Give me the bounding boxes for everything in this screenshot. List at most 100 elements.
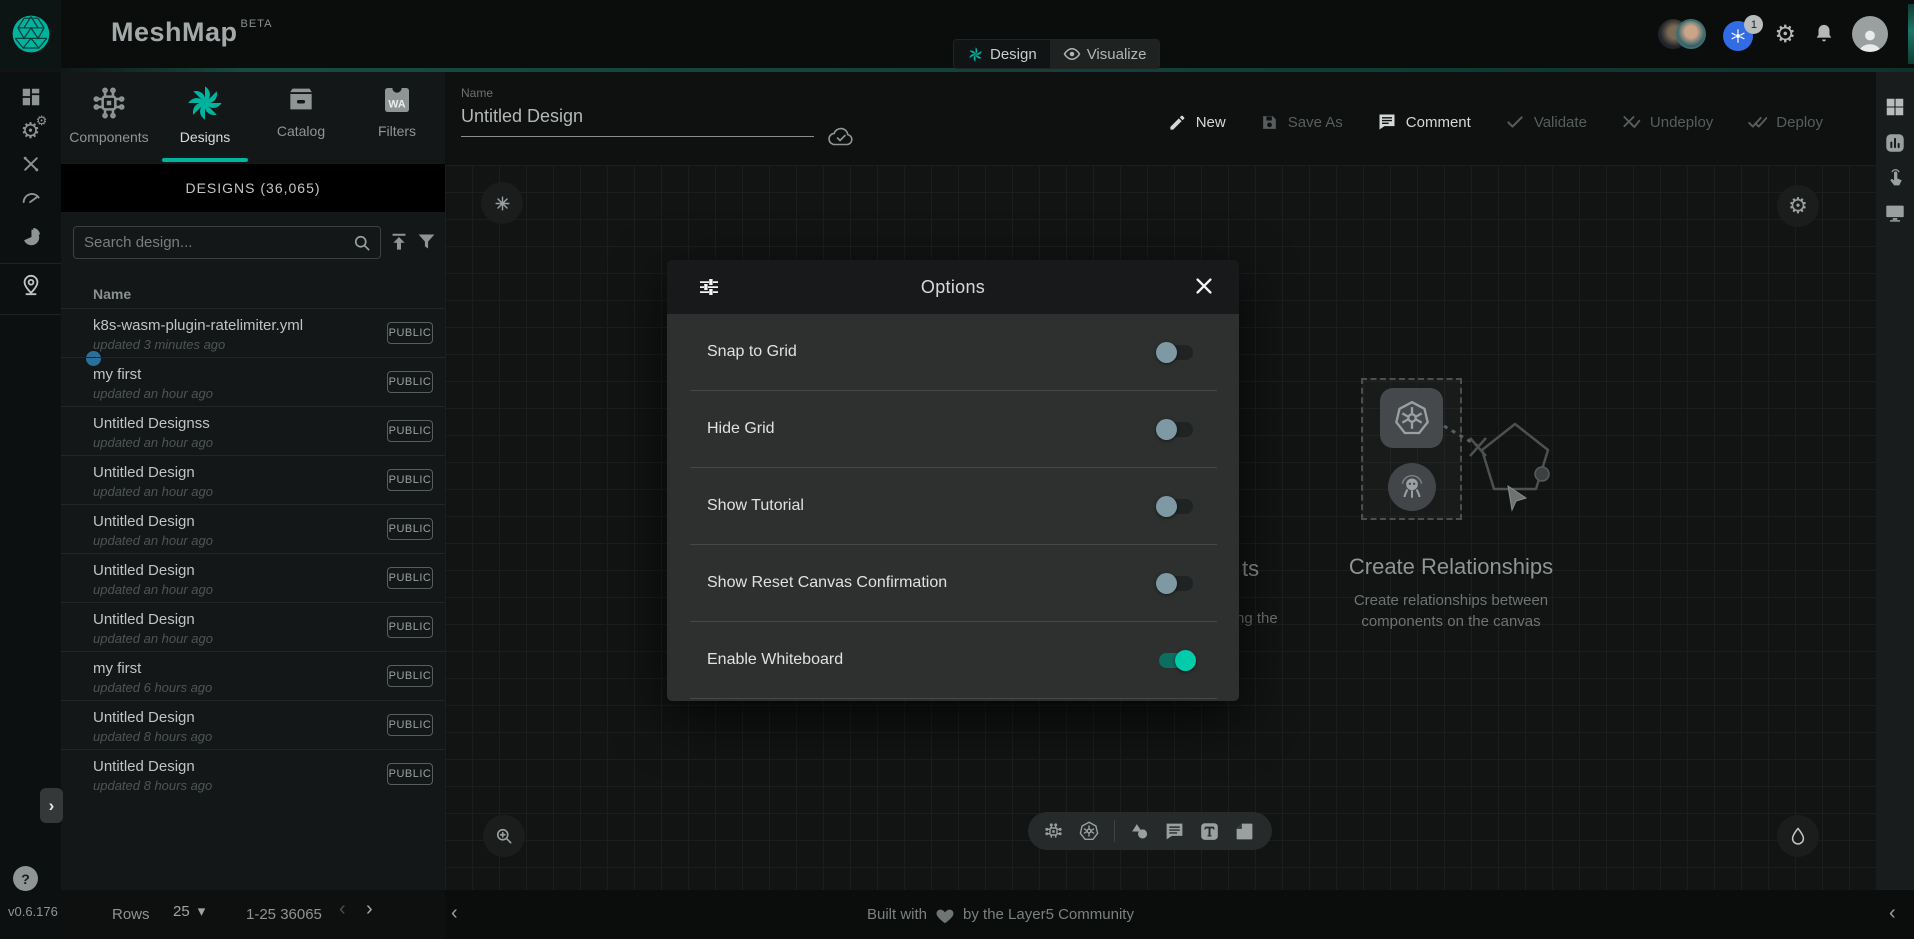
design-list-item[interactable]: Untitled Designupdated 8 hours agoPUBLIC <box>61 749 445 798</box>
visibility-badge: PUBLIC <box>387 420 433 442</box>
option-label: Enable Whiteboard <box>707 651 843 669</box>
wasm-filters-icon: WA <box>381 84 413 116</box>
text-tool-icon[interactable] <box>1199 821 1220 842</box>
design-name-group: Name <box>461 86 831 137</box>
rows-per-page-select[interactable]: 25▾ <box>173 902 205 920</box>
design-list-item[interactable]: Untitled Designupdated an hour agoPUBLIC <box>61 455 445 504</box>
tab-components-label: Components <box>69 129 148 145</box>
design-name: k8s-wasm-plugin-ratelimiter.yml <box>93 317 303 334</box>
visibility-badge: PUBLIC <box>387 469 433 491</box>
options-modal-header: Options <box>667 260 1239 314</box>
design-list: k8s-wasm-plugin-ratelimiter.ymlupdated 3… <box>61 308 445 798</box>
design-list-item[interactable]: Untitled Designupdated an hour agoPUBLIC <box>61 602 445 651</box>
design-actions: New Save As Comment Validate Undeploy <box>1168 112 1823 132</box>
comment-tool-icon[interactable] <box>1164 821 1185 842</box>
notifications-bell-button[interactable] <box>1813 23 1835 45</box>
collaborator-avatars <box>1658 19 1706 49</box>
option-row: Snap to Grid <box>690 314 1217 391</box>
visualize-mode-button[interactable]: Visualize <box>1050 40 1160 68</box>
user-avatar[interactable] <box>1852 16 1888 52</box>
design-mode-button[interactable]: Design <box>954 40 1050 68</box>
design-list-item[interactable]: my firstupdated 6 hours agoPUBLIC <box>61 651 445 700</box>
monitor-icon[interactable] <box>1884 202 1906 224</box>
floppy-save-icon <box>1260 113 1279 132</box>
meshmap-app: MeshMapBETA Design Visualize <box>0 0 1914 939</box>
collapse-right-chevron[interactable]: ‹ <box>1889 902 1896 925</box>
meshery-swirl-icon <box>967 46 984 63</box>
close-icon[interactable] <box>1193 275 1215 297</box>
help-button[interactable]: ? <box>13 866 38 891</box>
extensions-pie-icon[interactable] <box>0 222 61 252</box>
option-toggle[interactable] <box>1159 499 1193 514</box>
design-updated-timestamp: updated 8 hours ago <box>93 778 212 793</box>
save-as-button[interactable]: Save As <box>1260 113 1343 132</box>
canvas-toolbar-pill <box>1028 812 1272 850</box>
filter-funnel-icon[interactable] <box>416 231 437 255</box>
settings-gear-button[interactable]: ⚙ <box>1774 20 1796 49</box>
tab-designs-label: Designs <box>180 129 231 145</box>
kubernetes-tool-icon[interactable] <box>1078 820 1100 842</box>
note-tool-icon[interactable] <box>1234 821 1255 842</box>
option-toggle[interactable] <box>1159 576 1193 591</box>
new-design-button[interactable]: New <box>1168 113 1226 132</box>
design-name-input[interactable] <box>461 106 814 137</box>
design-list-item[interactable]: Untitled Designupdated an hour agoPUBLIC <box>61 504 445 553</box>
option-label: Hide Grid <box>707 420 775 438</box>
canvas-settings-gear-button[interactable]: ⚙ <box>1777 185 1819 227</box>
zoom-button[interactable] <box>483 815 525 857</box>
design-name: Untitled Design <box>93 611 195 628</box>
undeploy-button[interactable]: Undeploy <box>1621 112 1713 132</box>
design-updated-timestamp: updated an hour ago <box>93 435 213 450</box>
design-name: Untitled Design <box>93 709 195 726</box>
ink-drop-button[interactable] <box>1777 815 1819 857</box>
collaborator-avatar-2[interactable] <box>1676 19 1706 49</box>
empty-state-description: Create relationships between components … <box>1271 590 1631 632</box>
design-list-item[interactable]: k8s-wasm-plugin-ratelimiter.ymlupdated 3… <box>61 308 445 357</box>
kubernetes-context-chip[interactable]: 1 <box>1723 17 1757 51</box>
lifecycle-gears-icon[interactable]: ⚙⚙ <box>0 116 61 146</box>
tab-filters-label: Filters <box>378 123 416 139</box>
analytics-chart-icon[interactable] <box>1884 132 1906 154</box>
toggle-thumb <box>1156 573 1177 594</box>
design-list-item[interactable]: my firstupdated an hour agoPUBLIC <box>61 357 445 406</box>
options-modal: Options Snap to GridHide GridShow Tutori… <box>667 260 1239 701</box>
toolkit-icon[interactable] <box>0 149 61 179</box>
touch-interaction-icon[interactable] <box>1884 167 1906 189</box>
design-list-item[interactable]: Untitled Designupdated an hour agoPUBLIC <box>61 553 445 602</box>
comment-button[interactable]: Comment <box>1377 112 1471 132</box>
tab-designs[interactable]: Designs <box>157 72 253 164</box>
next-page-button[interactable]: › <box>366 898 373 921</box>
meshmap-logo[interactable] <box>0 0 61 68</box>
canvas-footer: ‹ Built with by the Layer5 Community ‹ <box>445 890 1914 939</box>
widgets-grid-icon[interactable] <box>1884 96 1906 118</box>
performance-gauge-icon[interactable] <box>0 183 61 213</box>
expand-drawer-button[interactable]: › <box>40 788 63 823</box>
option-toggle[interactable] <box>1159 345 1193 360</box>
option-toggle[interactable] <box>1159 653 1193 668</box>
design-mode-label: Design <box>990 46 1037 63</box>
squid-node-illustration <box>1388 463 1436 511</box>
kubernetes-count-badge: 1 <box>1744 15 1763 34</box>
components-tool-icon[interactable] <box>1043 821 1064 842</box>
visualize-mode-label: Visualize <box>1087 46 1147 63</box>
canvas-kubernetes-wheel-button[interactable] <box>481 182 523 224</box>
meshmap-pin-icon[interactable] <box>0 270 61 300</box>
occluded-card-desc-fragment: ng the <box>1236 610 1278 627</box>
collapse-left-chevron[interactable]: ‹ <box>451 902 458 925</box>
deploy-button[interactable]: Deploy <box>1747 112 1823 132</box>
design-list-item[interactable]: Untitled Designupdated 8 hours agoPUBLIC <box>61 700 445 749</box>
validate-button[interactable]: Validate <box>1505 112 1587 132</box>
pagination-range: 1-25 36065 <box>246 906 322 923</box>
option-toggle[interactable] <box>1159 422 1193 437</box>
tab-filters[interactable]: WA Filters <box>349 72 445 164</box>
tab-components[interactable]: Components <box>61 72 157 164</box>
tab-catalog[interactable]: Catalog <box>253 72 349 164</box>
cloud-saved-icon <box>827 126 855 149</box>
shapes-tool-icon[interactable] <box>1129 821 1150 842</box>
dashboard-icon[interactable] <box>0 82 61 112</box>
search-input[interactable] <box>84 227 344 258</box>
catalog-drawer-icon <box>285 84 317 116</box>
import-design-icon[interactable] <box>388 231 410 256</box>
previous-page-button[interactable]: ‹ <box>339 898 346 921</box>
design-list-item[interactable]: Untitled Designssupdated an hour agoPUBL… <box>61 406 445 455</box>
